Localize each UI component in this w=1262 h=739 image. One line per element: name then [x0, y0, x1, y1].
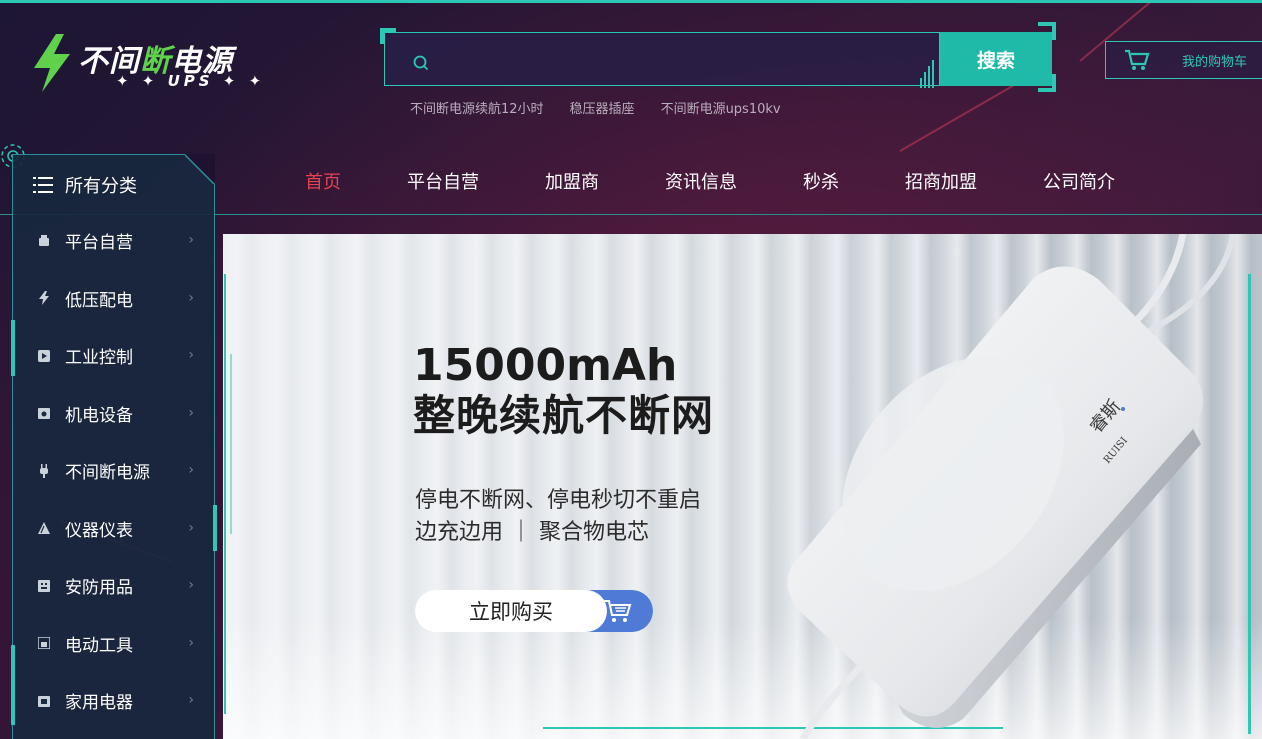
- signal-bars-icon: [920, 60, 934, 88]
- cart-icon: [604, 600, 632, 622]
- category-label: 平台自营: [65, 233, 133, 254]
- chevron-right-icon: ›: [188, 577, 194, 593]
- nav-item-franchisee[interactable]: 加盟商: [545, 168, 599, 198]
- banner-frame-decoration: [224, 274, 232, 714]
- hot-link[interactable]: 不间断电源ups10kv: [661, 98, 781, 117]
- nav-item-flash-sale[interactable]: 秒杀: [803, 168, 839, 198]
- search-icon: [413, 55, 429, 71]
- site-logo[interactable]: 不间断电源 ✦ ✦ UPS ✦ ✦: [30, 34, 280, 94]
- all-categories-label: 所有分类: [65, 176, 137, 197]
- hot-link[interactable]: 不间断电源续航12小时: [410, 98, 544, 117]
- all-categories-header[interactable]: 所有分类: [13, 155, 216, 215]
- lightning-logo-icon: [34, 34, 70, 92]
- hot-link[interactable]: 稳压器插座: [570, 98, 635, 117]
- buy-now-label: 立即购买: [415, 590, 607, 632]
- search-bar: 搜索: [380, 22, 1056, 92]
- lightning-icon: [37, 291, 51, 306]
- logo-subtitle: ✦ ✦ UPS ✦ ✦: [116, 72, 266, 90]
- top-accent-line: [0, 0, 1262, 3]
- nav-item-self-operated[interactable]: 平台自营: [407, 168, 479, 198]
- category-item-security[interactable]: 安防用品 ›: [13, 557, 216, 615]
- category-label: 电动工具: [65, 635, 133, 656]
- category-label: 安防用品: [65, 578, 133, 599]
- search-input[interactable]: [433, 45, 913, 75]
- category-list: 平台自营 › 低压配电 › 工业控制 › 机电设备 › 不间断电源 › 仪器仪表…: [13, 212, 216, 730]
- cart-label: 我的购物车: [1182, 54, 1248, 70]
- chevron-right-icon: ›: [188, 232, 194, 248]
- chevron-right-icon: ›: [188, 404, 194, 421]
- banner-feature-line: 边充边用 ｜ 聚合物电芯: [415, 520, 649, 545]
- category-label: 仪器仪表: [65, 520, 133, 541]
- chevron-right-icon: ›: [188, 692, 194, 708]
- category-item-power-tools[interactable]: 电动工具 ›: [13, 615, 216, 673]
- banner-headline: 15000mAh: [413, 340, 678, 391]
- category-item-ups[interactable]: 不间断电源 ›: [13, 442, 216, 500]
- category-label: 家用电器: [65, 693, 133, 714]
- chevron-right-icon: ›: [188, 462, 194, 478]
- chevron-right-icon: ›: [188, 347, 194, 363]
- nav-item-join[interactable]: 招商加盟: [905, 168, 977, 198]
- meter-icon: [37, 521, 51, 535]
- search-button[interactable]: 搜索: [940, 32, 1052, 86]
- category-item-low-voltage[interactable]: 低压配电 ›: [13, 270, 216, 328]
- buy-now-button[interactable]: 立即购买: [415, 590, 653, 632]
- shield-icon: [37, 579, 51, 593]
- menu-list-icon: [33, 177, 53, 193]
- chevron-right-icon: ›: [188, 289, 194, 306]
- motor-icon: [37, 406, 51, 420]
- category-label: 机电设备: [65, 405, 133, 426]
- nav-item-about[interactable]: 公司简介: [1043, 168, 1115, 198]
- cart-icon: [1125, 49, 1150, 70]
- nav-item-news[interactable]: 资讯信息: [665, 168, 737, 198]
- hot-search-links: 不间断电源续航12小时 稳压器插座 不间断电源ups10kv: [410, 98, 781, 117]
- tool-icon: [37, 636, 51, 650]
- banner-subheadline: 整晚续航不断网: [413, 391, 715, 440]
- plug-icon: [37, 463, 51, 478]
- category-item-self-operated[interactable]: 平台自营 ›: [13, 212, 216, 270]
- category-label: 不间断电源: [65, 463, 150, 484]
- category-item-instruments[interactable]: 仪器仪表 ›: [13, 500, 216, 558]
- search-box: [384, 32, 940, 86]
- chevron-right-icon: ›: [188, 519, 194, 536]
- category-item-electromechanical[interactable]: 机电设备 ›: [13, 385, 216, 443]
- main-nav: 首页 平台自营 加盟商 资讯信息 秒杀 招商加盟 公司简介: [272, 168, 1148, 198]
- category-label: 低压配电: [65, 290, 133, 311]
- category-label: 工业控制: [65, 348, 133, 369]
- control-icon: [37, 349, 51, 363]
- category-item-home-appliances[interactable]: 家用电器 ›: [13, 672, 216, 730]
- appliance-icon: [37, 694, 51, 708]
- category-item-industrial-control[interactable]: 工业控制 ›: [13, 327, 216, 385]
- cart-button[interactable]: 我的购物车: [1105, 41, 1262, 79]
- shop-icon: [37, 234, 51, 248]
- hero-banner[interactable]: 15000mAh 整晚续航不断网 停电不断网、停电秒切不重启 边充边用 ｜ 聚合…: [223, 234, 1262, 739]
- banner-feature-line: 停电不断网、停电秒切不重启: [415, 488, 702, 513]
- category-sidebar: 所有分类 平台自营 › 低压配电 › 工业控制 › 机电设备 › 不间断电源 ›: [11, 154, 217, 739]
- ups-product-image: 睿斯 RUISI: [787, 234, 1236, 739]
- chevron-right-icon: ›: [188, 634, 194, 651]
- nav-item-home[interactable]: 首页: [305, 168, 341, 198]
